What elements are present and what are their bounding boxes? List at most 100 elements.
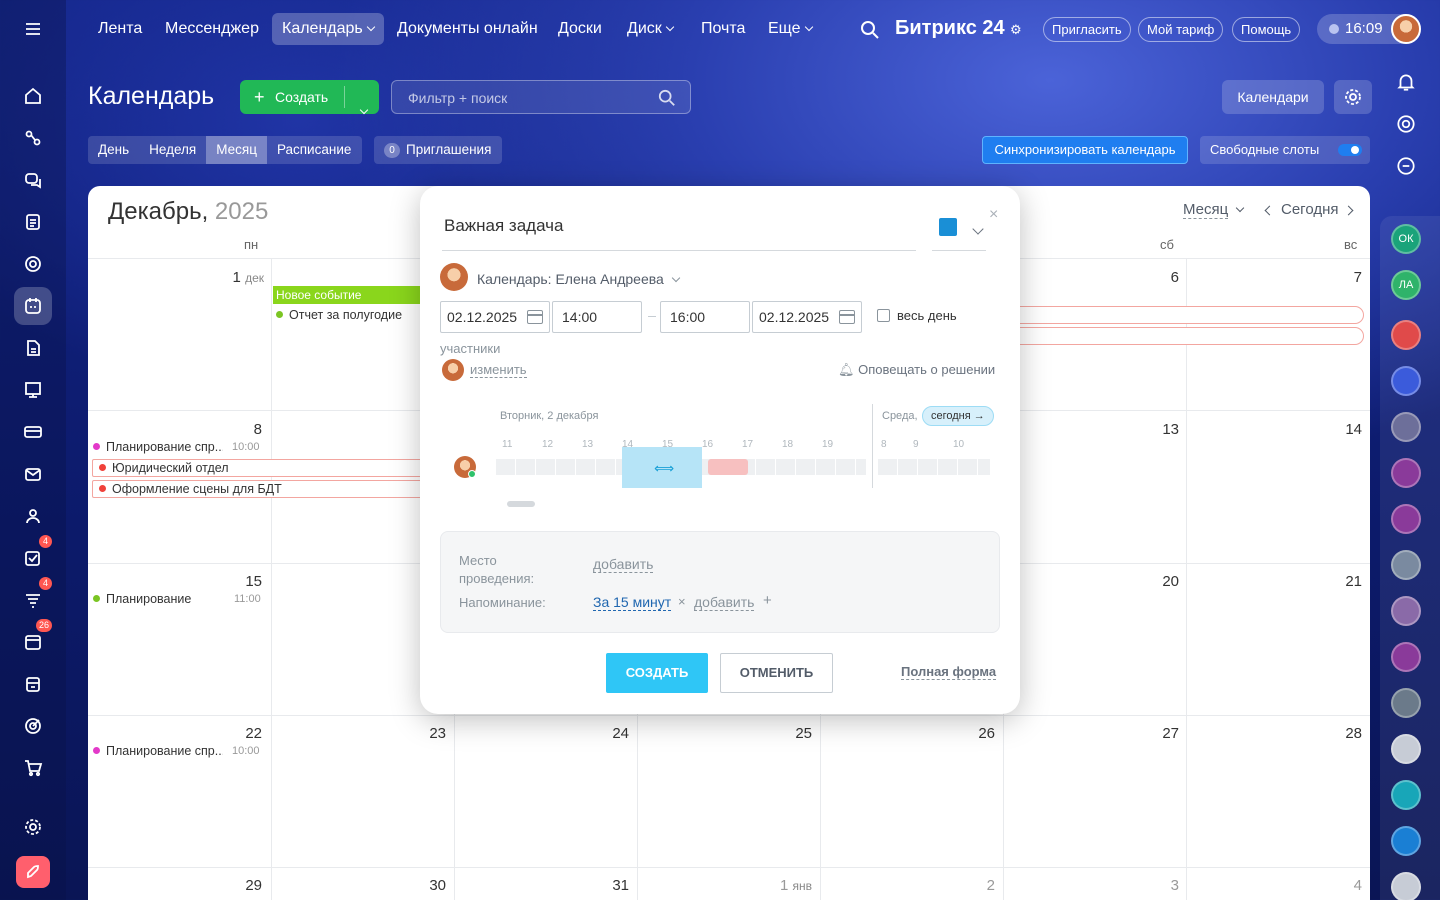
day-cell-8[interactable]: 8 (222, 421, 262, 438)
search-field[interactable]: Фильтр + поиск (391, 80, 691, 114)
calendars-button[interactable]: Календари (1222, 80, 1324, 114)
chevron-down-icon[interactable] (359, 105, 369, 115)
event-bar[interactable] (1008, 327, 1364, 345)
search-input[interactable]: Фильтр + поиск (408, 90, 507, 106)
store-icon[interactable] (14, 665, 52, 703)
avatar-contact[interactable] (1391, 458, 1421, 488)
day-cell-21[interactable]: 21 (1322, 573, 1362, 590)
brand-settings-icon[interactable]: ⚙ (1010, 22, 1022, 38)
avatar-contact[interactable] (1391, 688, 1421, 718)
card-icon[interactable] (14, 413, 52, 451)
help-button[interactable]: Помощь (1232, 17, 1301, 42)
avatar-contact[interactable] (1391, 642, 1421, 672)
copilot-chat-icon[interactable] (1391, 366, 1421, 396)
day-cell-30[interactable]: 30 (406, 877, 446, 894)
new-event-block[interactable]: Новое событие (273, 286, 423, 304)
calendar-icon[interactable] (527, 310, 543, 324)
avatar-contact[interactable] (1391, 412, 1421, 442)
document-icon[interactable] (14, 329, 52, 367)
nav-mail[interactable]: Почта (691, 13, 755, 45)
invitations-button[interactable]: 0 Приглашения (374, 136, 502, 164)
date-to-input[interactable]: 02.12.2025 (752, 301, 862, 333)
disk-icon[interactable] (14, 245, 52, 283)
home-icon[interactable] (14, 77, 52, 115)
cancel-button[interactable]: ОТМЕНИТЬ (720, 653, 833, 693)
drag-handle-icon[interactable]: ⟺ (654, 460, 674, 477)
day-cell-23[interactable]: 23 (406, 725, 446, 742)
nav-boards[interactable]: Доски (548, 13, 612, 45)
chevron-right-icon[interactable] (1343, 205, 1353, 216)
tariff-button[interactable]: Мой тариф (1138, 17, 1224, 42)
close-icon[interactable]: × (989, 206, 998, 224)
event-legal[interactable]: Юридический отдел (92, 459, 422, 477)
users-icon[interactable] (14, 497, 52, 535)
create-button[interactable]: + Создать (240, 80, 379, 115)
view-select[interactable]: Месяц (1183, 201, 1245, 219)
day-cell-24[interactable]: 24 (589, 725, 629, 742)
event-report[interactable]: Отчет за полугодие (276, 308, 402, 322)
avatar-la[interactable]: ЛА (1391, 270, 1421, 300)
avatar-contact[interactable] (1391, 596, 1421, 626)
day-cell-jan-3[interactable]: 3 (1139, 877, 1179, 894)
allday-checkbox[interactable] (877, 309, 890, 322)
bookmark-icon[interactable] (1391, 826, 1421, 856)
view-month[interactable]: Месяц (206, 136, 267, 164)
search-icon[interactable] (860, 20, 880, 40)
time-from-input[interactable]: 14:00 (552, 301, 642, 333)
nav-more[interactable]: Еще (758, 13, 822, 45)
avatar-contact[interactable] (1391, 504, 1421, 534)
day-cell-22[interactable]: 22 (222, 725, 262, 742)
timeline-scrollbar[interactable] (507, 501, 535, 507)
calendar-icon[interactable] (839, 310, 855, 324)
nav-calendar[interactable]: Календарь (272, 13, 384, 45)
nav-disk[interactable]: Диск (617, 13, 683, 45)
event-planning[interactable]: Планирование (93, 592, 223, 606)
day-cell-7[interactable]: 7 (1322, 269, 1362, 286)
avatar-contact[interactable] (1391, 872, 1421, 900)
nav-documents[interactable]: Документы онлайн (387, 13, 548, 45)
day-cell-13[interactable]: 13 (1139, 421, 1179, 438)
copilot-icon[interactable] (1395, 113, 1417, 135)
remove-reminder-icon[interactable]: × (678, 594, 686, 609)
color-picker[interactable] (939, 218, 957, 236)
time-to-input[interactable]: 16:00 (660, 301, 750, 333)
plus-icon[interactable]: + (763, 592, 772, 609)
full-form-link[interactable]: Полная форма (901, 664, 997, 680)
change-participants-link[interactable]: изменить (470, 362, 527, 378)
day-cell-1[interactable]: 1 дек (222, 269, 264, 286)
view-day[interactable]: День (88, 136, 139, 164)
chevron-down-icon[interactable] (972, 223, 984, 235)
avatar-ok[interactable]: ОК (1391, 224, 1421, 254)
day-cell-29[interactable]: 29 (222, 877, 262, 894)
nav-feed[interactable]: Лента (88, 13, 152, 45)
view-schedule[interactable]: Расписание (267, 136, 361, 164)
menu-icon[interactable] (14, 10, 52, 48)
target-icon[interactable] (14, 707, 52, 745)
settings-icon[interactable] (14, 808, 52, 846)
tasks-icon[interactable]: 4 (14, 535, 52, 577)
event-scene[interactable]: Оформление сцены для БДТ (92, 480, 422, 498)
day-cell-20[interactable]: 20 (1139, 573, 1179, 590)
today-pill[interactable]: сегодня → (922, 406, 994, 426)
mail-icon[interactable] (14, 455, 52, 493)
timeline-track[interactable] (878, 459, 990, 475)
video-call-icon[interactable] (1391, 320, 1421, 350)
cart-icon[interactable] (14, 749, 52, 787)
create-event-button[interactable]: СОЗДАТЬ (606, 653, 708, 693)
toggle-switch[interactable] (1338, 144, 1362, 156)
day-cell-25[interactable]: 25 (772, 725, 812, 742)
calendar-icon[interactable] (14, 287, 52, 325)
avatar-contact[interactable] (1391, 734, 1421, 764)
chat-search-icon[interactable] (1395, 155, 1417, 177)
reminder-add-link[interactable]: добавить (694, 594, 755, 611)
day-cell-jan-4[interactable]: 4 (1322, 877, 1362, 894)
day-cell-15[interactable]: 15 (222, 573, 262, 590)
docs-icon[interactable] (14, 203, 52, 241)
chat-icon[interactable] (14, 161, 52, 199)
filter-icon[interactable]: 4 (14, 577, 52, 619)
nav-messenger[interactable]: Мессенджер (155, 13, 269, 45)
search-icon[interactable] (658, 89, 676, 107)
schedule-icon[interactable]: 26 (14, 619, 52, 661)
date-from-input[interactable]: 02.12.2025 (440, 301, 550, 333)
free-slots-toggle[interactable]: Свободные слоты (1200, 136, 1370, 164)
